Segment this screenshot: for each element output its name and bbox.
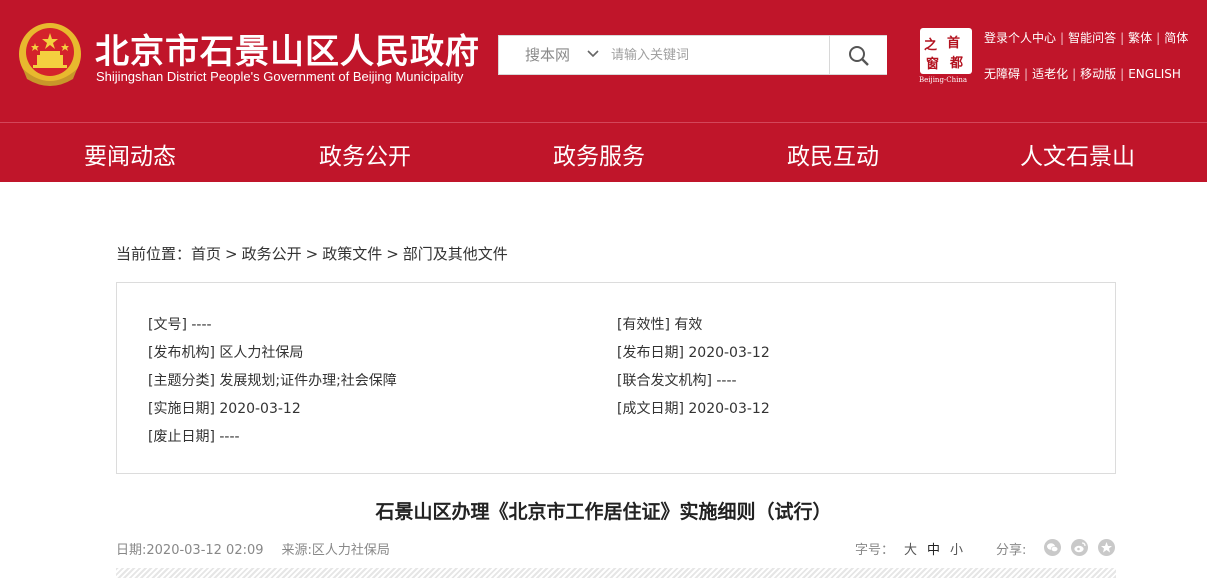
meta-effective-date: [实施日期] 2020-03-12	[148, 401, 301, 417]
share-label: 分享:	[996, 543, 1027, 558]
divider: |	[1060, 31, 1065, 45]
font-size-large[interactable]: 大	[904, 543, 917, 558]
search-input[interactable]	[611, 42, 821, 68]
nav-item-news[interactable]: 要闻动态	[84, 137, 176, 171]
divider: |	[1120, 67, 1125, 81]
divider: |	[1072, 67, 1077, 81]
capital-logo-char: 首	[947, 36, 961, 51]
national-emblem-icon	[19, 23, 81, 86]
capital-logo-char: 窗	[926, 57, 940, 72]
breadcrumb-policy-docs[interactable]: 政策文件	[322, 245, 382, 263]
capital-logo-char: 之	[924, 38, 938, 53]
elderly-mode-link[interactable]: 适老化	[1032, 67, 1068, 81]
font-size-label: 字号：	[855, 543, 895, 558]
top-links-row2: 无障碍 | 适老化 | 移动版 | ENGLISH	[984, 65, 1181, 82]
nav-item-gov-affairs[interactable]: 政务公开	[319, 137, 411, 171]
font-size-medium[interactable]: 中	[927, 543, 940, 558]
capital-logo-char: 都	[950, 56, 964, 71]
capital-window-logo[interactable]: 之 首 窗 都 Beijing-China	[919, 28, 974, 86]
weibo-icon[interactable]	[1071, 539, 1088, 556]
document-meta-box: [文号] ---- [有效性] 有效 [发布机构] 区人力社保局 [发布日期] …	[116, 282, 1116, 474]
site-title: 北京市石景山区人民政府	[95, 32, 480, 72]
login-link[interactable]: 登录个人中心	[984, 31, 1056, 45]
article-title: 石景山区办理《北京市工作居住证》实施细则（试行）	[375, 501, 832, 523]
breadcrumb-separator: >	[386, 245, 399, 263]
search-button[interactable]	[829, 36, 887, 74]
article-source: 来源:区人力社保局	[281, 543, 390, 558]
breadcrumb-label: 当前位置：	[116, 245, 192, 263]
traditional-chinese-link[interactable]: 繁体	[1128, 31, 1152, 45]
search-icon	[849, 46, 869, 66]
top-links-row1: 登录个人中心 | 智能问答 | 繁体 | 简体	[984, 29, 1188, 46]
mobile-link[interactable]: 移动版	[1080, 67, 1116, 81]
meta-issuer: [发布机构] 区人力社保局	[148, 345, 304, 361]
article-date: 日期:2020-03-12 02:09	[116, 543, 264, 558]
breadcrumb-separator: >	[305, 245, 319, 263]
accessibility-link[interactable]: 无障碍	[984, 67, 1020, 81]
site-header: 北京市石景山区人民政府 Shijingshan District People'…	[0, 0, 1207, 122]
content-divider	[116, 568, 1116, 578]
qzone-icon[interactable]	[1098, 539, 1115, 556]
simplified-chinese-link[interactable]: 简体	[1164, 31, 1188, 45]
search-box: 搜本网	[498, 35, 887, 75]
nav-item-interaction[interactable]: 政民互动	[787, 137, 879, 171]
nav-item-culture[interactable]: 人文石景山	[1020, 137, 1135, 171]
meta-abolish-date: [废止日期] ----	[148, 429, 240, 445]
meta-written-date: [成文日期] 2020-03-12	[617, 401, 770, 417]
nav-item-gov-services[interactable]: 政务服务	[553, 137, 645, 171]
divider: |	[1120, 31, 1125, 45]
breadcrumb: 当前位置：首页 > 政务公开 > 政策文件 > 部门及其他文件	[116, 243, 508, 264]
breadcrumb-dept-docs[interactable]: 部门及其他文件	[403, 245, 508, 263]
capital-logo-caption: Beijing-China	[919, 76, 968, 84]
wechat-icon[interactable]	[1044, 539, 1061, 556]
article-meta: 日期:2020-03-12 02:09 来源:区人力社保局	[116, 539, 390, 558]
capital-logo-box: 之 首 窗 都	[920, 28, 972, 74]
chevron-down-icon[interactable]	[587, 49, 599, 59]
breadcrumb-separator: >	[225, 245, 238, 263]
divider: |	[1024, 67, 1029, 81]
meta-publish-date: [发布日期] 2020-03-12	[617, 345, 770, 361]
breadcrumb-home[interactable]: 首页	[191, 245, 221, 263]
meta-topic: [主题分类] 发展规划;证件办理;社会保障	[148, 373, 397, 389]
divider: |	[1156, 31, 1161, 45]
meta-validity: [有效性] 有效	[617, 317, 703, 333]
english-link[interactable]: ENGLISH	[1128, 67, 1181, 81]
font-size-small[interactable]: 小	[950, 543, 963, 558]
meta-doc-no: [文号] ----	[148, 317, 212, 333]
search-scope-select[interactable]: 搜本网	[525, 36, 570, 74]
font-size-switcher: 字号： 大中小	[855, 539, 963, 558]
breadcrumb-gov-affairs[interactable]: 政务公开	[242, 245, 302, 263]
site-subtitle: Shijingshan District People's Government…	[96, 69, 464, 84]
meta-joint-issuer: [联合发文机构] ----	[617, 373, 737, 389]
main-nav: 要闻动态 政务公开 政务服务 政民互动 人文石景山	[0, 122, 1207, 182]
smart-qa-link[interactable]: 智能问答	[1068, 31, 1116, 45]
